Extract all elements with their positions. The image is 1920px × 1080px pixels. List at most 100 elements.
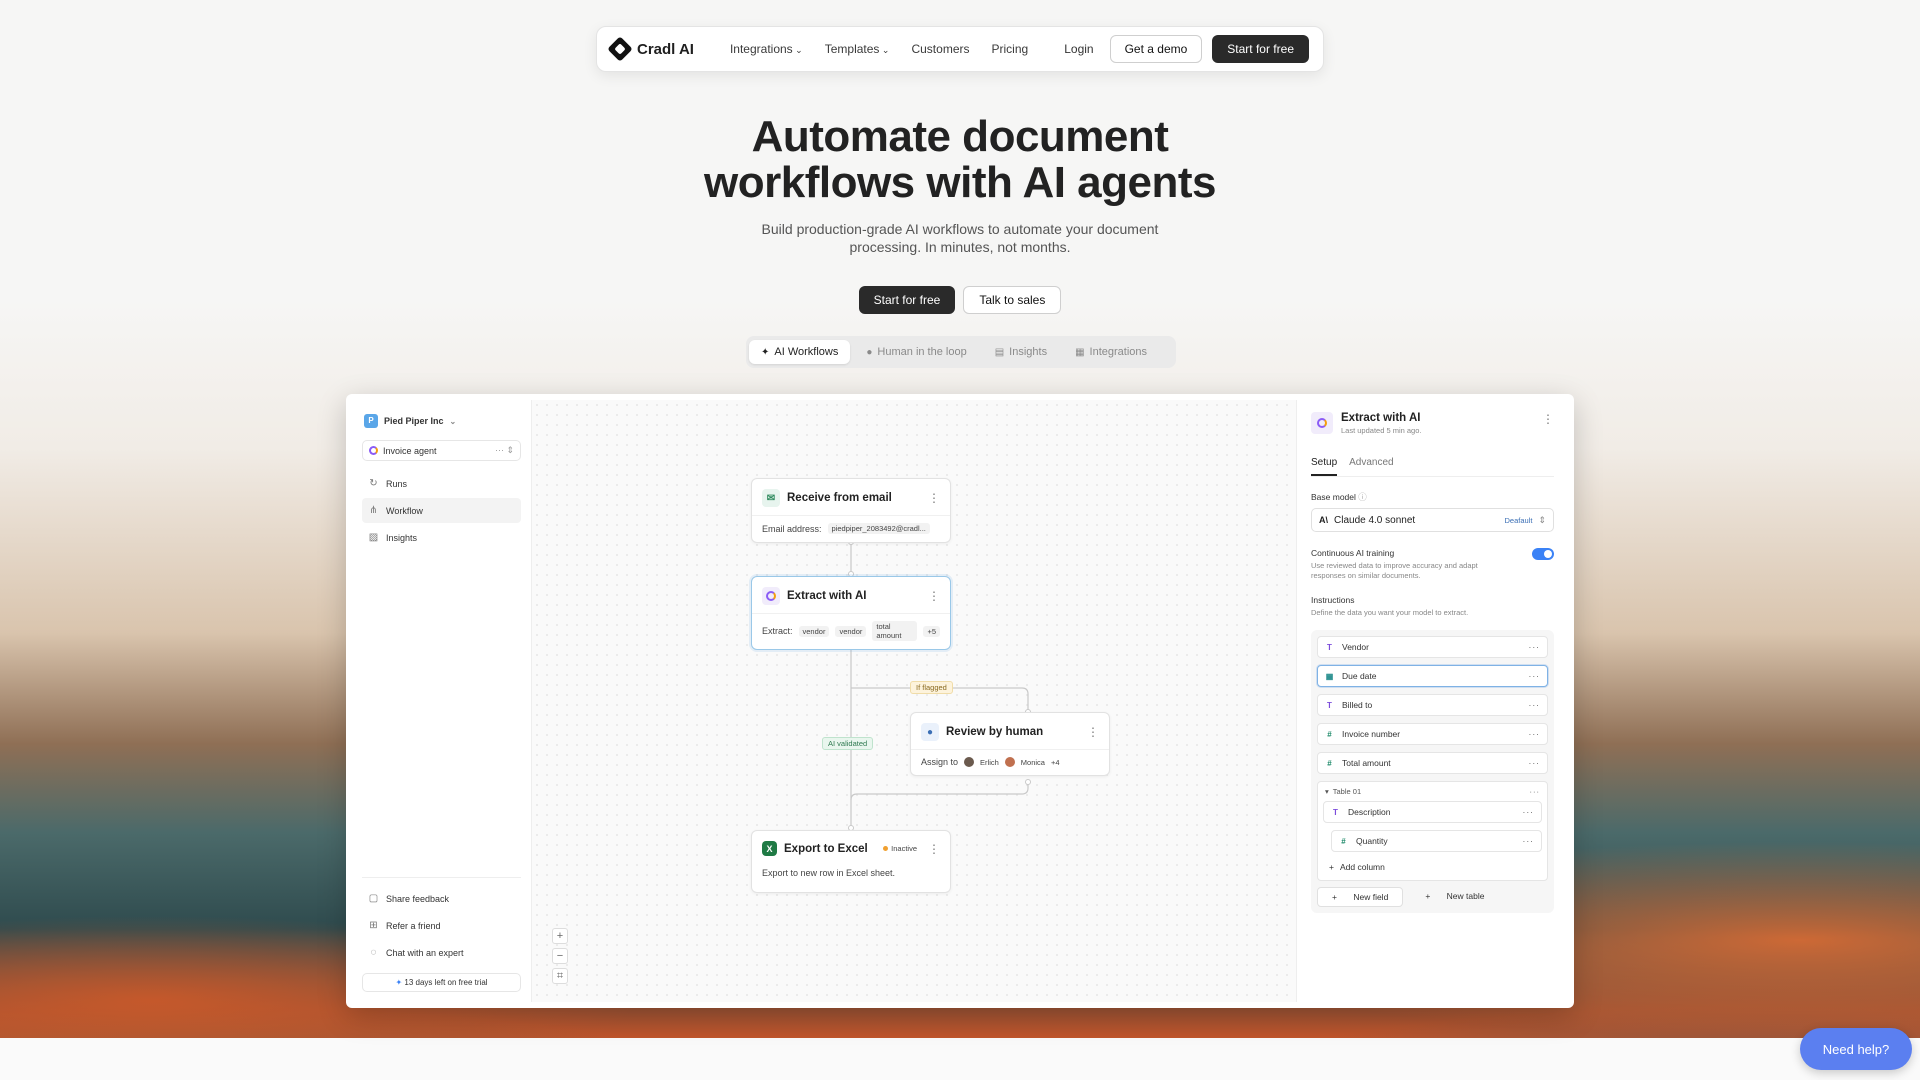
start-free-nav-button[interactable]: Start for free bbox=[1212, 35, 1309, 63]
more-icon[interactable]: ··· bbox=[1523, 807, 1535, 817]
base-model-label: Base model ⓘ bbox=[1311, 491, 1554, 503]
sidebar-share-feedback[interactable]: ▢ Share feedback bbox=[362, 886, 521, 911]
nav-templates[interactable]: Templates bbox=[825, 42, 890, 56]
new-table-button[interactable]: + New table bbox=[1411, 887, 1498, 907]
fit-view-button[interactable]: ⌗ bbox=[552, 968, 568, 984]
field-description[interactable]: T Description ··· bbox=[1323, 801, 1542, 823]
new-field-button[interactable]: + New field bbox=[1317, 887, 1404, 907]
number-type-icon: # bbox=[1341, 836, 1346, 846]
need-help-button[interactable]: Need help? bbox=[1800, 1028, 1912, 1070]
node-title: Receive from email bbox=[787, 492, 892, 504]
hero-subtitle: Build production-grade AI workflows to a… bbox=[660, 220, 1260, 256]
app-preview: P Pied Piper Inc ⌄ Invoice agent ··· ⇕ ↻… bbox=[346, 394, 1574, 1008]
sidebar-item-runs[interactable]: ↻ Runs bbox=[362, 471, 521, 496]
tab-advanced[interactable]: Advanced bbox=[1349, 457, 1393, 476]
field-due-date[interactable]: ▦ Due date ··· bbox=[1317, 665, 1548, 687]
node-review-human[interactable]: ● Review by human ⋮ Assign to Erlich Mon… bbox=[910, 712, 1110, 776]
node-receive-email[interactable]: ✉ Receive from email ⋮ Email address: pi… bbox=[751, 478, 951, 543]
field-quantity[interactable]: # Quantity ··· bbox=[1331, 830, 1542, 852]
training-toggle[interactable] bbox=[1532, 548, 1554, 560]
start-free-hero-button[interactable]: Start for free bbox=[858, 286, 956, 314]
org-switcher[interactable]: P Pied Piper Inc ⌄ bbox=[362, 408, 521, 434]
training-title: Continuous AI training bbox=[1311, 548, 1395, 558]
node-settings-panel: Extract with AI Last updated 5 min ago. … bbox=[1296, 400, 1568, 1002]
text-type-icon: T bbox=[1327, 700, 1332, 710]
nav-pricing[interactable]: Pricing bbox=[991, 42, 1028, 56]
more-icon[interactable]: ··· bbox=[1529, 758, 1541, 768]
tab-ai-workflows[interactable]: ✦ AI Workflows bbox=[749, 340, 851, 364]
more-icon[interactable]: ··· bbox=[1523, 836, 1535, 846]
table-header[interactable]: ▾ Table 01 ··· bbox=[1323, 787, 1542, 801]
hero-ctas: Start for free Talk to sales bbox=[0, 286, 1920, 314]
tab-insights[interactable]: ▤ Insights bbox=[983, 340, 1059, 364]
more-icon[interactable]: ··· bbox=[1529, 700, 1541, 710]
zoom-in-button[interactable]: + bbox=[552, 928, 568, 944]
agent-selector[interactable]: Invoice agent ··· ⇕ bbox=[362, 440, 521, 461]
hero-subtitle-line2: processing. In minutes, not months. bbox=[849, 239, 1071, 255]
brand-logo[interactable]: Cradl AI bbox=[607, 36, 694, 62]
node-export-excel[interactable]: X Export to Excel Inactive ⋮ Export to n… bbox=[751, 830, 951, 893]
more-icon[interactable]: ··· bbox=[1530, 787, 1541, 796]
sidebar-refer-friend[interactable]: ⊞ Refer a friend bbox=[362, 913, 521, 938]
sidebar-chat-expert[interactable]: ◌ Chat with an expert bbox=[362, 940, 521, 965]
zoom-out-button[interactable]: − bbox=[552, 948, 568, 964]
chevron-down-icon: ⌄ bbox=[449, 416, 457, 426]
panel-tabs: Setup Advanced bbox=[1311, 457, 1554, 477]
excel-icon: X bbox=[762, 841, 777, 856]
more-icon[interactable]: ··· ⇕ bbox=[495, 445, 514, 456]
nav-customers[interactable]: Customers bbox=[911, 42, 969, 56]
field-name: Due date bbox=[1342, 671, 1377, 681]
node-title: Review by human bbox=[946, 726, 1044, 738]
org-avatar: P bbox=[364, 414, 378, 428]
tab-human-loop[interactable]: ● Human in the loop bbox=[854, 340, 978, 364]
help-icon[interactable]: ⓘ bbox=[1358, 492, 1367, 502]
gift-icon: ⊞ bbox=[369, 920, 378, 931]
field-name: Vendor bbox=[1342, 642, 1369, 652]
field-total-amount[interactable]: # Total amount ··· bbox=[1317, 752, 1548, 774]
hero-title: Automate document workflows with AI agen… bbox=[560, 114, 1360, 206]
feedback-icon: ▢ bbox=[368, 893, 379, 904]
sparkle-icon: ✦ bbox=[761, 346, 770, 358]
node-extract-ai[interactable]: Extract with AI ⋮ Extract: vendor vendor… bbox=[751, 576, 951, 650]
field-invoice-number[interactable]: # Invoice number ··· bbox=[1317, 723, 1548, 745]
sidebar-item-workflow[interactable]: ⋔ Workflow bbox=[362, 498, 521, 523]
field-name: Invoice number bbox=[1342, 729, 1401, 739]
number-type-icon: # bbox=[1327, 729, 1332, 739]
tab-setup[interactable]: Setup bbox=[1311, 457, 1338, 476]
more-vertical-icon[interactable]: ⋮ bbox=[928, 491, 940, 505]
workflow-canvas[interactable]: ✉ Receive from email ⋮ Email address: pi… bbox=[532, 400, 1296, 1002]
node-title: Export to Excel bbox=[784, 842, 868, 855]
field-billed-to[interactable]: T Billed to ··· bbox=[1317, 694, 1548, 716]
hero-title-line2: workflows with AI agents bbox=[704, 158, 1216, 207]
sidebar-item-insights[interactable]: ▨ Insights bbox=[362, 525, 521, 550]
more-icon[interactable]: ··· bbox=[1529, 642, 1541, 652]
more-vertical-icon[interactable]: ⋮ bbox=[1542, 412, 1554, 426]
org-name: Pied Piper Inc bbox=[384, 416, 444, 426]
feature-tabs: ✦ AI Workflows ● Human in the loop ▤ Ins… bbox=[746, 336, 1176, 368]
talk-sales-button[interactable]: Talk to sales bbox=[963, 286, 1062, 314]
agent-name: Invoice agent bbox=[383, 445, 437, 456]
field-name: Billed to bbox=[1342, 700, 1373, 710]
get-demo-button[interactable]: Get a demo bbox=[1109, 35, 1203, 63]
chevron-updown-icon: ⇕ bbox=[1538, 514, 1546, 525]
more-icon[interactable]: ··· bbox=[1529, 671, 1541, 681]
tab-label: Integrations bbox=[1089, 346, 1148, 358]
instructions-desc: Define the data you want your model to e… bbox=[1311, 608, 1469, 617]
table-name: Table 01 bbox=[1332, 787, 1362, 796]
zoom-controls: + − ⌗ bbox=[552, 928, 568, 984]
more-vertical-icon[interactable]: ⋮ bbox=[928, 589, 940, 603]
trial-banner[interactable]: ✦ 13 days left on free trial bbox=[362, 973, 521, 992]
status-text: Inactive bbox=[891, 844, 917, 853]
tab-integrations[interactable]: ▦ Integrations bbox=[1063, 340, 1159, 364]
default-badge: Deafault bbox=[1504, 515, 1533, 525]
base-model-select[interactable]: A\ Claude 4.0 sonnet Deafault ⇕ bbox=[1311, 508, 1554, 532]
more-vertical-icon[interactable]: ⋮ bbox=[1087, 725, 1099, 739]
login-link[interactable]: Login bbox=[1064, 42, 1093, 56]
more-fields-chip: +5 bbox=[923, 625, 940, 637]
more-vertical-icon[interactable]: ⋮ bbox=[928, 842, 940, 856]
hero-subtitle-line1: Build production-grade AI workflows to a… bbox=[761, 221, 1159, 237]
add-column-button[interactable]: + Add column bbox=[1323, 859, 1542, 875]
field-vendor[interactable]: T Vendor ··· bbox=[1317, 636, 1548, 658]
more-icon[interactable]: ··· bbox=[1529, 729, 1541, 739]
nav-integrations[interactable]: Integrations bbox=[730, 42, 803, 56]
